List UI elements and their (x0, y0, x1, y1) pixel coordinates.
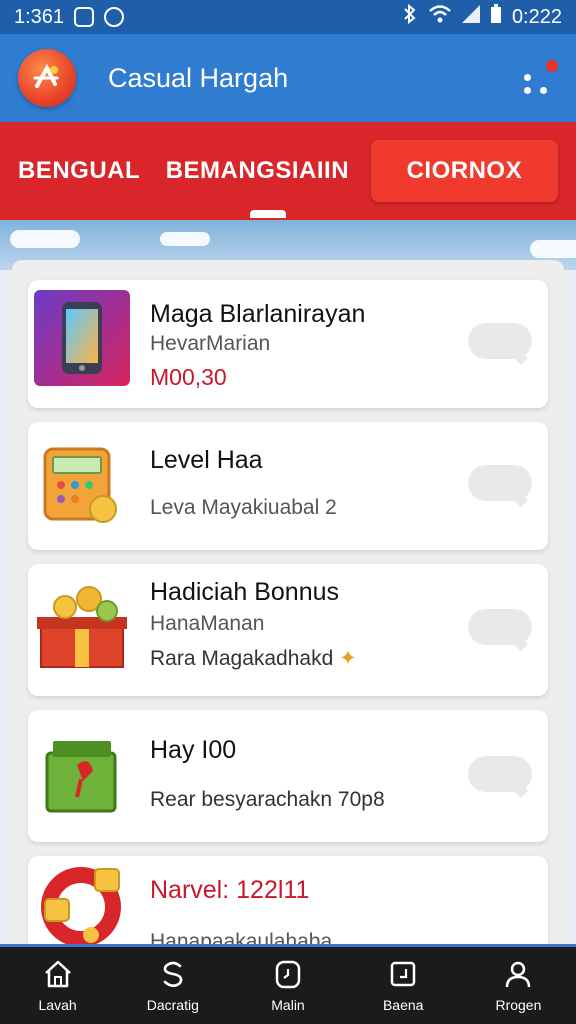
card-title: Hay I00 (150, 736, 237, 764)
nav-item-home[interactable]: Lavah (0, 947, 115, 1024)
notification-icon (74, 7, 95, 27)
home-icon (43, 959, 73, 989)
nav-label: Baena (382, 996, 424, 1013)
more-menu-icon[interactable] (522, 60, 558, 96)
card-price: M00,30 (150, 364, 227, 390)
tab-bengual[interactable]: BENGUAL (18, 157, 146, 185)
bluetooth-icon (402, 3, 418, 30)
nav-item-baena[interactable]: Baena (346, 947, 461, 1024)
card-subtitle: HevarMarian (150, 332, 271, 355)
coin-ring-icon (34, 860, 130, 950)
reward-card[interactable]: Maga Blarlanirayan HevarMarian M00,30 (28, 280, 548, 408)
nav-label: Rrogen (495, 996, 542, 1013)
card-subtitle: HanaManan (150, 612, 265, 635)
card-toggle[interactable] (468, 323, 532, 359)
card-detail: Rara Magakadhakd ✦ (150, 646, 357, 671)
tab-indicator (250, 210, 286, 218)
s-icon (158, 959, 188, 989)
card-toggle[interactable] (468, 609, 532, 645)
app-title: Casual Hargah (108, 62, 289, 93)
reward-card[interactable]: Hay I00 Rear besyarachakn 70p8 (28, 710, 548, 842)
reward-card[interactable]: Level Haa Leva Mayakiuabal 2 (28, 422, 548, 550)
notification-badge (546, 60, 558, 72)
wifi-icon (428, 4, 452, 30)
star-icon: ✦ (339, 647, 357, 670)
nav-label: Lavah (38, 996, 77, 1013)
card-toggle[interactable] (468, 465, 532, 501)
card-subtitle: Rear besyarachakn 70p8 (150, 788, 385, 811)
card-title: Maga Blarlanirayan (150, 300, 366, 328)
bag-icon (388, 959, 418, 989)
card-title: Hadiciah Bonnus (150, 578, 340, 606)
bottom-nav: Lavah Dacratig Malin Baena Rrogen (0, 944, 576, 1024)
status-time: 1:361 (14, 5, 65, 28)
tab-ciornox-label: CIORNOX (406, 157, 523, 184)
gift-box-icon (34, 728, 130, 824)
card-title: Narvel: 122l11 (150, 876, 310, 904)
app-bar: Casual Hargah (0, 34, 576, 122)
signal-icon (461, 5, 480, 29)
nav-label: Dacratig (146, 996, 199, 1013)
card-subtitle: Leva Mayakiuabal 2 (150, 496, 337, 519)
phone-icon (34, 290, 130, 386)
tab-bemangsiaiin[interactable]: BEMANGSIAIIN (166, 157, 349, 185)
status-clock: 0:222 (511, 5, 562, 28)
tab-ciornox[interactable]: CIORNOX (370, 140, 558, 202)
reward-card[interactable]: Hadiciah Bonnus HanaManan Rara Magakadha… (28, 564, 548, 696)
card-detail-text: Rara Magakadhakd (150, 647, 334, 670)
card-toggle[interactable] (468, 756, 532, 792)
treasure-box-icon (34, 580, 130, 676)
calculator-icon (34, 438, 130, 534)
nav-item-rrogen[interactable]: Rrogen (461, 947, 576, 1024)
nav-label: Malin (271, 996, 305, 1013)
user-icon (503, 959, 533, 989)
clock-icon (273, 959, 303, 989)
status-bar: 1:361 0:222 (0, 0, 576, 34)
nav-item-dacratig[interactable]: Dacratig (115, 947, 230, 1024)
content-panel: Maga Blarlanirayan HevarMarian M00,30 Le… (12, 260, 564, 950)
app-logo-icon[interactable] (18, 49, 76, 107)
tab-bar: BENGUAL BEMANGSIAIIN CIORNOX (0, 122, 576, 220)
reward-card[interactable]: Narvel: 122l11 Hanapaakaulahaba (28, 856, 548, 950)
card-title: Level Haa (150, 446, 263, 474)
sync-icon (104, 7, 125, 27)
nav-item-malin[interactable]: Malin (230, 947, 345, 1024)
battery-icon (490, 4, 502, 30)
